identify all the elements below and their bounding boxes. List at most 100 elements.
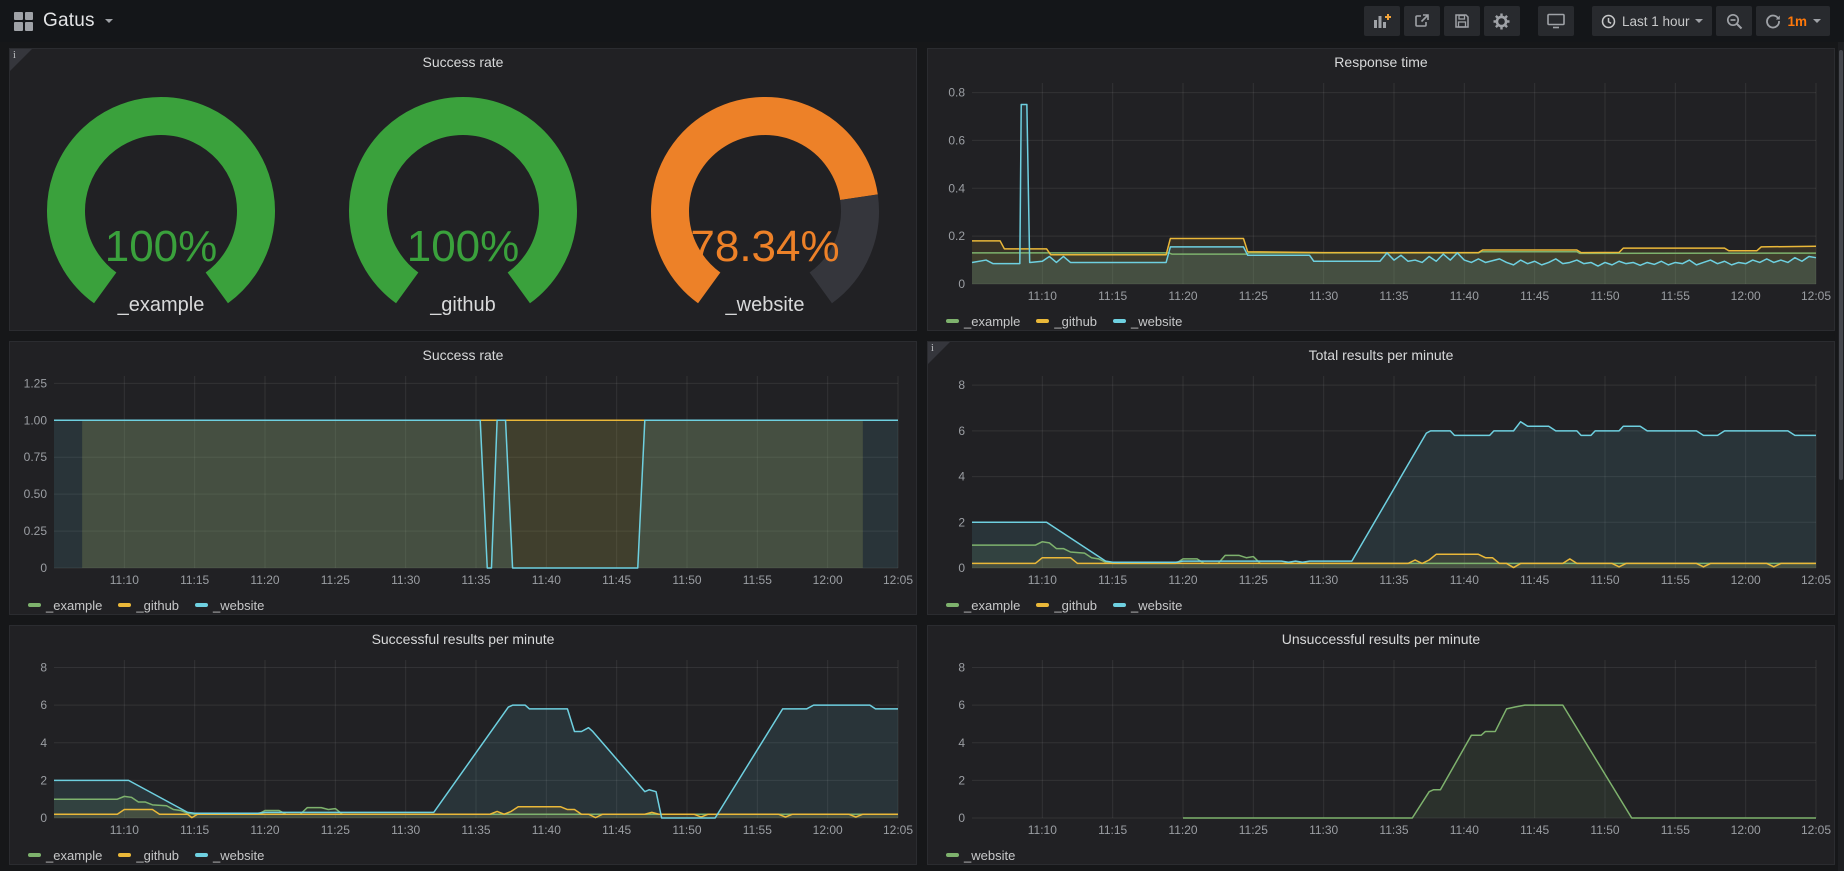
svg-text:11:50: 11:50 [1590, 573, 1619, 587]
svg-text:6: 6 [958, 698, 965, 712]
panel-title[interactable]: Total results per minute [928, 342, 1834, 368]
svg-text:11:50: 11:50 [1590, 823, 1619, 837]
refresh-icon [1765, 13, 1781, 29]
gauge-example: 100%_example [10, 75, 312, 331]
legend-label: _github [136, 848, 179, 863]
gauge-group: 100%_example100% _github 78.34% _website [10, 75, 916, 331]
svg-text:2: 2 [40, 773, 47, 787]
svg-text:11:10: 11:10 [1028, 573, 1057, 587]
share-button[interactable] [1404, 6, 1440, 36]
gear-icon [1493, 13, 1510, 30]
legend-item[interactable]: _website [1113, 598, 1182, 613]
svg-text:0: 0 [40, 811, 47, 825]
zoom-out-button[interactable] [1716, 6, 1752, 36]
svg-text:_github: _github [429, 294, 496, 316]
chart-canvas[interactable]: 0246811:1011:1511:2011:2511:3011:3511:40… [928, 368, 1834, 595]
svg-text:_website: _website [725, 294, 805, 316]
add-panel-button[interactable] [1364, 6, 1400, 36]
settings-button[interactable] [1484, 6, 1520, 36]
svg-text:12:05: 12:05 [883, 573, 913, 587]
clock-icon [1601, 14, 1616, 29]
legend-item[interactable]: _example [28, 848, 102, 863]
save-button[interactable] [1444, 6, 1480, 36]
legend-swatch [28, 853, 41, 857]
gauge-website: 78.34% _website [614, 75, 916, 331]
svg-text:0: 0 [40, 561, 47, 575]
panel-info-icon[interactable]: i [928, 342, 950, 364]
svg-text:11:15: 11:15 [1098, 573, 1127, 587]
svg-text:11:35: 11:35 [1379, 289, 1408, 303]
legend-label: _example [964, 598, 1020, 613]
svg-text:8: 8 [958, 378, 965, 392]
panel-success-rate-series: Success rate 00.250.500.751.001.2511:101… [9, 341, 917, 615]
legend-swatch [1036, 603, 1049, 607]
svg-text:0.50: 0.50 [24, 487, 48, 501]
svg-text:11:40: 11:40 [532, 823, 561, 837]
svg-text:78.34%: 78.34% [690, 222, 839, 271]
dashboard-picker[interactable]: Gatus [14, 10, 113, 32]
chart-legend: _example _github _website [928, 595, 1834, 615]
chart-canvas[interactable]: 00.20.40.60.811:1011:1511:2011:2511:3011… [928, 75, 1834, 311]
time-range-picker[interactable]: Last 1 hour [1592, 6, 1713, 36]
panel-title[interactable]: Successful results per minute [10, 626, 916, 652]
chart-canvas[interactable]: 0246811:1011:1511:2011:2511:3011:3511:40… [10, 652, 916, 845]
dashboards-grid-icon [14, 12, 33, 31]
legend-swatch [1113, 603, 1126, 607]
legend-item[interactable]: _github [1036, 598, 1097, 613]
legend-item[interactable]: _website [195, 848, 264, 863]
legend-swatch [946, 319, 959, 323]
svg-text:11:25: 11:25 [321, 823, 350, 837]
tv-mode-button[interactable] [1538, 6, 1574, 36]
legend-item[interactable]: _github [118, 598, 179, 613]
legend-swatch [28, 603, 41, 607]
legend-label: _github [136, 598, 179, 613]
chart-canvas[interactable]: 00.250.500.751.001.2511:1011:1511:2011:2… [10, 368, 916, 595]
legend-item[interactable]: _website [946, 848, 1015, 863]
legend-item[interactable]: _github [1036, 314, 1097, 329]
svg-text:12:00: 12:00 [1731, 573, 1761, 587]
svg-text:11:25: 11:25 [1239, 573, 1268, 587]
svg-text:0.25: 0.25 [24, 524, 48, 538]
legend-label: _website [213, 598, 264, 613]
svg-text:0.8: 0.8 [948, 86, 965, 100]
legend-item[interactable]: _website [195, 598, 264, 613]
chart-canvas[interactable]: 0246811:1011:1511:2011:2511:3011:3511:40… [928, 652, 1834, 845]
legend-item[interactable]: _example [28, 598, 102, 613]
panel-title[interactable]: Response time [928, 49, 1834, 75]
legend-swatch [195, 853, 208, 857]
chevron-down-icon [105, 19, 113, 23]
svg-text:11:15: 11:15 [1098, 289, 1127, 303]
svg-text:0: 0 [958, 811, 965, 825]
share-icon [1414, 13, 1430, 29]
legend-item[interactable]: _website [1113, 314, 1182, 329]
svg-text:8: 8 [958, 661, 965, 675]
svg-text:11:20: 11:20 [1168, 823, 1197, 837]
svg-text:4: 4 [958, 736, 965, 750]
svg-text:2: 2 [958, 515, 965, 529]
svg-text:11:30: 11:30 [391, 573, 420, 587]
svg-text:11:10: 11:10 [110, 573, 139, 587]
svg-text:11:35: 11:35 [461, 573, 490, 587]
legend-item[interactable]: _example [946, 598, 1020, 613]
page-scrollbar[interactable] [1838, 42, 1844, 871]
scrollbar-thumb[interactable] [1839, 50, 1843, 480]
svg-text:11:15: 11:15 [180, 823, 209, 837]
panel-info-icon[interactable]: i [10, 49, 32, 71]
legend-label: _website [213, 848, 264, 863]
panel-title[interactable]: Unsuccessful results per minute [928, 626, 1834, 652]
panel-title[interactable]: Success rate [10, 342, 916, 368]
legend-label: _example [964, 314, 1020, 329]
svg-text:11:50: 11:50 [672, 573, 701, 587]
svg-text:11:25: 11:25 [321, 573, 350, 587]
legend-item[interactable]: _github [118, 848, 179, 863]
svg-text:11:55: 11:55 [1661, 823, 1690, 837]
refresh-picker[interactable]: 1m [1756, 6, 1830, 36]
legend-item[interactable]: _example [946, 314, 1020, 329]
panel-title[interactable]: Success rate [10, 49, 916, 75]
svg-text:100%: 100% [105, 222, 218, 271]
time-range-label: Last 1 hour [1622, 14, 1690, 29]
navbar: Gatus [0, 0, 1844, 42]
svg-text:1.25: 1.25 [24, 376, 48, 390]
svg-text:11:10: 11:10 [1028, 823, 1057, 837]
legend-swatch [1113, 319, 1126, 323]
